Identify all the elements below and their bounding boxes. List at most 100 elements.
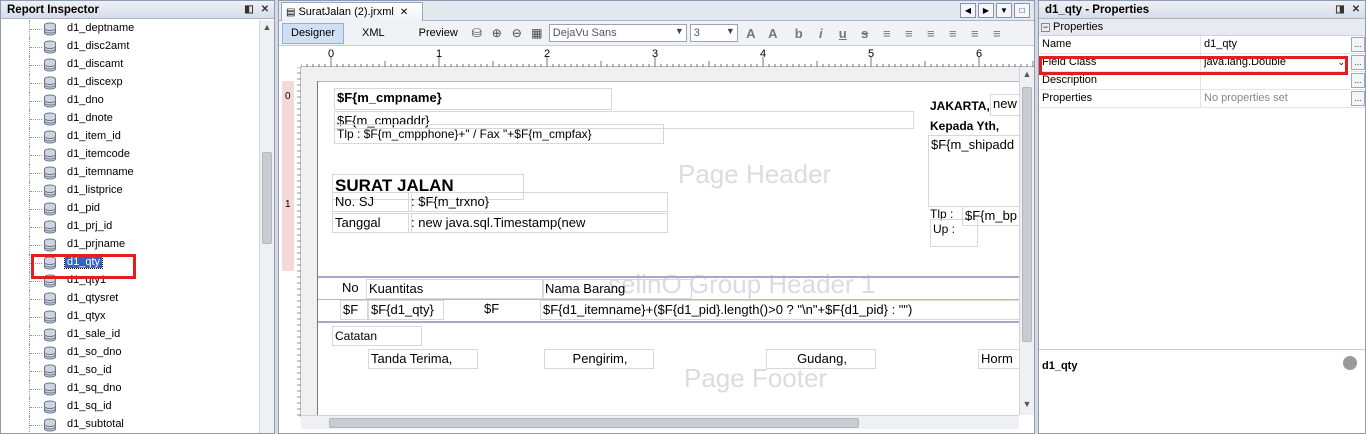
- scroll-up-icon[interactable]: ▲: [1020, 69, 1034, 83]
- tree-item[interactable]: d1_sq_id: [1, 398, 259, 416]
- field-trxno[interactable]: : $F{m_trxno}: [408, 192, 668, 212]
- ellipsis-button[interactable]: ...: [1351, 91, 1365, 106]
- tree-scrollbar[interactable]: ▲: [259, 20, 274, 433]
- detail-field-itemname[interactable]: $F{d1_itemname}+($F{d1_pid}.length()>0 ?…: [540, 300, 1019, 320]
- label-gudang[interactable]: Gudang,: [766, 349, 876, 369]
- property-value[interactable]: d1_qty: [1201, 36, 1351, 53]
- tab-close-icon[interactable]: ✕: [400, 7, 408, 18]
- xml-mode-button[interactable]: XML: [354, 23, 393, 44]
- vertical-ruler-label: 0: [285, 91, 291, 102]
- tree-item[interactable]: d1_discamt: [1, 56, 259, 74]
- tree-item[interactable]: d1_itemcode: [1, 146, 259, 164]
- tree-item[interactable]: d1_qtysret: [1, 290, 259, 308]
- label-hormat[interactable]: Horm: [978, 349, 1019, 369]
- field-shipaddr[interactable]: $F{m_shipadd: [928, 135, 1019, 207]
- canvas-vscrollbar[interactable]: ▲ ▼: [1019, 67, 1034, 415]
- tree-item[interactable]: d1_dnote: [1, 110, 259, 128]
- tree-scroll-thumb[interactable]: [262, 152, 272, 244]
- property-row[interactable]: Properties No properties set...: [1039, 90, 1365, 108]
- chevron-down-icon: ▼: [725, 26, 735, 36]
- tab-left-icon[interactable]: ◀: [960, 3, 976, 18]
- tree-item[interactable]: d1_discexp: [1, 74, 259, 92]
- tree-item[interactable]: d1_dno: [1, 92, 259, 110]
- align-center-icon[interactable]: ≡: [900, 26, 918, 41]
- column-kuantitas[interactable]: Kuantitas: [366, 279, 544, 299]
- align-top-icon[interactable]: ≡: [966, 26, 984, 41]
- column-nama-barang[interactable]: Nama Barang: [542, 279, 692, 299]
- field-icon: [44, 220, 56, 234]
- minimize-icon[interactable]: ◨: [1333, 3, 1347, 17]
- close-icon[interactable]: ✕: [258, 3, 272, 17]
- label-catatan[interactable]: Catatan: [332, 326, 422, 346]
- tree-item[interactable]: d1_deptname: [1, 20, 259, 38]
- strikethrough-icon[interactable]: s: [856, 26, 874, 41]
- label-pengirim[interactable]: Pengirim,: [544, 349, 654, 369]
- align-middle-icon[interactable]: ≡: [988, 26, 1006, 41]
- tree-item[interactable]: d1_so_id: [1, 362, 259, 380]
- database-icon[interactable]: ⛁: [468, 24, 486, 42]
- scroll-up-icon[interactable]: ▲: [260, 22, 274, 36]
- preview-mode-button[interactable]: Preview: [411, 23, 466, 44]
- label-tanggal[interactable]: Tanggal: [332, 213, 412, 233]
- detail-field-1[interactable]: $F: [340, 300, 368, 320]
- tree-item[interactable]: d1_prj_id: [1, 218, 259, 236]
- close-icon[interactable]: ✕: [1349, 3, 1363, 17]
- field-tanggal[interactable]: : new java.sql.Timestamp(new: [408, 213, 668, 233]
- tree-item[interactable]: d1_subtotal: [1, 416, 259, 433]
- bold-icon[interactable]: b: [790, 26, 808, 41]
- increase-font-icon[interactable]: A: [742, 26, 760, 41]
- field-jakarta-date[interactable]: new: [990, 94, 1019, 116]
- minimize-icon[interactable]: ◧: [242, 3, 256, 17]
- align-right-icon[interactable]: ≡: [922, 26, 940, 41]
- help-icon[interactable]: [1343, 356, 1357, 370]
- tree-item[interactable]: d1_pid: [1, 200, 259, 218]
- field-bp[interactable]: $F{m_bp: [962, 206, 1019, 226]
- zoom-in-icon[interactable]: ⊕: [488, 24, 506, 42]
- zoom-out-icon[interactable]: ⊖: [508, 24, 526, 42]
- canvas-hscroll-thumb[interactable]: [329, 418, 859, 428]
- tree-item[interactable]: d1_sale_id: [1, 326, 259, 344]
- scroll-down-icon[interactable]: ▼: [1020, 399, 1034, 413]
- label-kepada[interactable]: Kepada Yth,: [928, 117, 1019, 135]
- tree-item[interactable]: d1_itemname: [1, 164, 259, 182]
- canvas-vscroll-thumb[interactable]: [1022, 87, 1032, 342]
- align-justify-icon[interactable]: ≡: [944, 26, 962, 41]
- label-tanda-terima[interactable]: Tanda Terima,: [368, 349, 478, 369]
- tab-right-icon[interactable]: ▶: [978, 3, 994, 18]
- field-cmpphone[interactable]: Tlp : $F{m_cmpphone}+" / Fax "+$F{m_cmpf…: [334, 124, 664, 144]
- collapse-icon[interactable]: −: [1041, 22, 1050, 32]
- tree-item[interactable]: d1_prjname: [1, 236, 259, 254]
- align-left-icon[interactable]: ≡: [878, 26, 896, 41]
- canvas-hscrollbar[interactable]: [301, 415, 1019, 429]
- tree-item[interactable]: d1_disc2amt: [1, 38, 259, 56]
- detail-field-2[interactable]: $F: [482, 300, 540, 320]
- font-size-combo[interactable]: 3 ▼: [689, 24, 738, 42]
- label-jakarta[interactable]: JAKARTA,: [928, 97, 992, 115]
- font-name-combo[interactable]: DejaVu Sans ▼: [548, 24, 687, 42]
- label-no-sj[interactable]: No. SJ: [332, 192, 412, 212]
- property-value[interactable]: No properties set: [1201, 90, 1351, 107]
- underline-icon[interactable]: u: [834, 26, 852, 41]
- tree-item[interactable]: d1_item_id: [1, 128, 259, 146]
- properties-section-header[interactable]: − Properties: [1039, 19, 1365, 36]
- tree-item-label: d1_dnote: [67, 112, 113, 124]
- format-icon[interactable]: ▦: [528, 24, 546, 42]
- decrease-font-icon[interactable]: A: [764, 26, 782, 41]
- tree-item[interactable]: d1_qtyx: [1, 308, 259, 326]
- report-canvas[interactable]: Page Header selinO Group Header 1 Page F…: [301, 67, 1019, 415]
- ellipsis-button[interactable]: ...: [1351, 73, 1365, 88]
- tree-item[interactable]: d1_listprice: [1, 182, 259, 200]
- column-no[interactable]: No: [340, 279, 368, 299]
- field-cmpname[interactable]: $F{m_cmpname}: [334, 88, 612, 110]
- maximize-icon[interactable]: □: [1014, 3, 1030, 18]
- ellipsis-button[interactable]: ...: [1351, 37, 1365, 52]
- tree-item[interactable]: d1_sq_dno: [1, 380, 259, 398]
- property-row[interactable]: Name d1_qty...: [1039, 36, 1365, 54]
- ellipsis-button[interactable]: ...: [1351, 55, 1365, 70]
- tab-list-icon[interactable]: ▼: [996, 3, 1012, 18]
- tab-document[interactable]: ▤ SuratJalan (2).jrxml ✕: [281, 2, 423, 21]
- italic-icon[interactable]: i: [812, 26, 830, 41]
- tree-item[interactable]: d1_so_dno: [1, 344, 259, 362]
- detail-field-qty[interactable]: $F{d1_qty}: [368, 300, 444, 320]
- designer-mode-button[interactable]: Designer: [282, 22, 345, 44]
